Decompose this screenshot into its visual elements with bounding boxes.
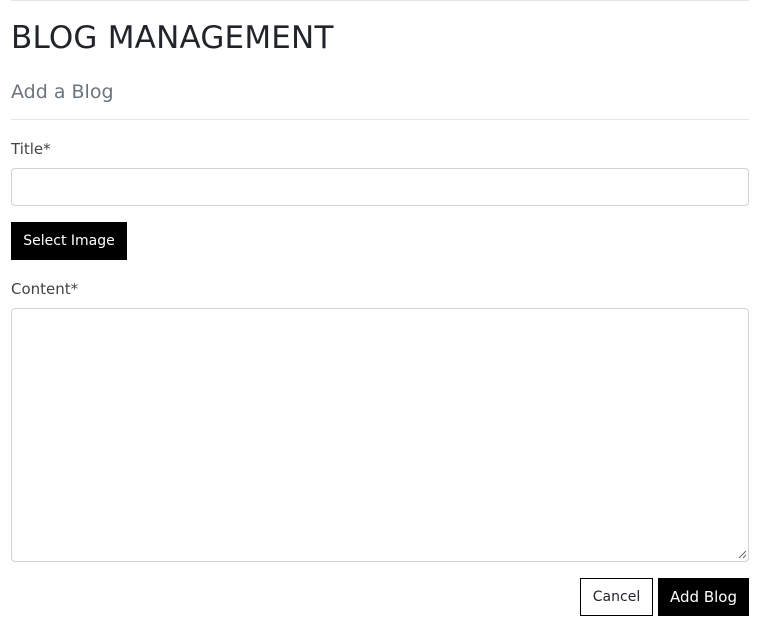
top-divider bbox=[11, 0, 749, 1]
title-input[interactable] bbox=[11, 168, 749, 206]
content-label: Content* bbox=[11, 280, 79, 298]
page-title: BLOG MANAGEMENT bbox=[11, 20, 334, 56]
content-textarea[interactable] bbox=[11, 308, 749, 562]
section-title: Add a Blog bbox=[11, 81, 114, 103]
section-divider bbox=[11, 119, 749, 120]
blog-management-page: BLOG MANAGEMENT Add a Blog Title* Select… bbox=[0, 0, 773, 623]
cancel-button[interactable]: Cancel bbox=[580, 578, 653, 616]
select-image-button[interactable]: Select Image bbox=[11, 222, 127, 260]
add-blog-button[interactable]: Add Blog bbox=[658, 578, 749, 616]
resize-grip-icon[interactable] bbox=[737, 549, 747, 559]
title-label: Title* bbox=[11, 140, 51, 158]
